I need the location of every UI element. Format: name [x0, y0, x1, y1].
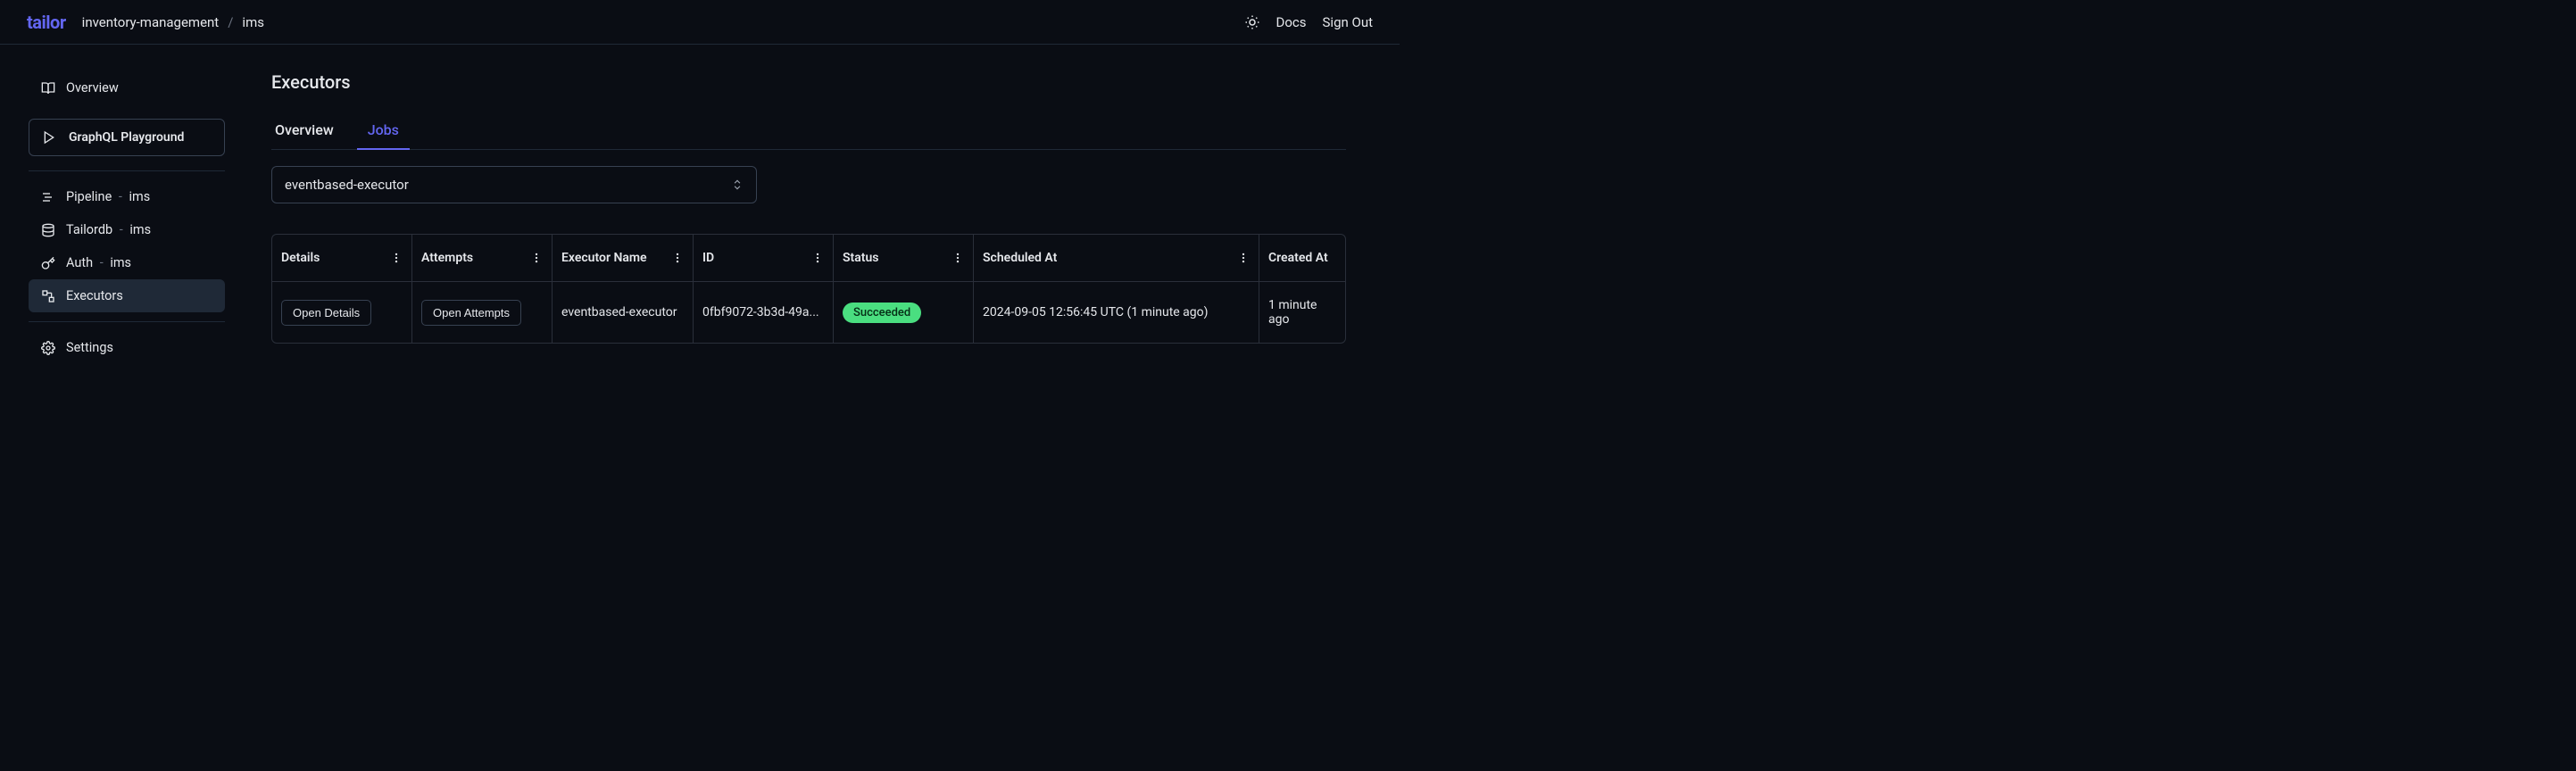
column-menu-icon[interactable] [388, 252, 404, 264]
sidebar-item-auth[interactable]: Auth - ims [29, 246, 225, 279]
column-menu-icon[interactable] [1235, 252, 1251, 264]
executors-icon [41, 289, 55, 303]
executor-select[interactable]: eventbased-executor [271, 166, 757, 203]
sidebar-item-pipeline[interactable]: Pipeline - ims [29, 180, 225, 213]
open-details-button[interactable]: Open Details [281, 300, 371, 326]
gear-icon [41, 341, 55, 355]
sidebar-item-label: Overview [66, 80, 119, 95]
table-header-row: Details Attempts Executor Name [272, 235, 1345, 282]
column-menu-icon[interactable] [810, 252, 826, 264]
sidebar-item-settings[interactable]: Settings [29, 331, 225, 364]
sidebar-item-label: Tailordb - ims [66, 222, 151, 237]
breadcrumb-separator: / [228, 14, 233, 30]
executor-select-value: eventbased-executor [285, 177, 409, 193]
status-badge: Succeeded [843, 303, 921, 323]
sidebar-item-label: Auth - ims [66, 255, 131, 270]
theme-toggle-icon[interactable] [1244, 14, 1260, 30]
column-menu-icon[interactable] [528, 252, 544, 264]
key-icon [41, 256, 55, 270]
open-attempts-button[interactable]: Open Attempts [421, 300, 521, 326]
th-executor-name: Executor Name [561, 251, 647, 265]
sidebar-item-overview[interactable]: Overview [29, 71, 225, 104]
playground-label: GraphQL Playground [69, 130, 184, 145]
th-status: Status [843, 251, 878, 265]
cell-created-at: 1 minute ago [1268, 298, 1336, 327]
play-icon [42, 130, 56, 145]
signout-link[interactable]: Sign Out [1323, 14, 1373, 30]
sidebar-divider [29, 321, 225, 322]
breadcrumb: inventory-management / ims [82, 14, 264, 30]
sidebar-item-executors[interactable]: Executors [29, 279, 225, 312]
cell-executor-name: eventbased-executor [561, 305, 677, 319]
pipeline-icon [41, 190, 55, 204]
sidebar-item-tailordb[interactable]: Tailordb - ims [29, 213, 225, 246]
book-icon [41, 81, 55, 95]
sidebar-divider [29, 170, 225, 171]
th-details: Details [281, 251, 320, 265]
tabs: Overview Jobs [271, 114, 1346, 150]
database-icon [41, 223, 55, 237]
sidebar-item-label: Pipeline - ims [66, 189, 150, 204]
logo[interactable]: tailor [27, 12, 66, 33]
column-menu-icon[interactable] [669, 252, 686, 264]
cell-scheduled-at: 2024-09-05 12:56:45 UTC (1 minute ago) [983, 305, 1209, 319]
th-scheduled-at: Scheduled At [983, 251, 1057, 265]
jobs-table: Details Attempts Executor Name [271, 234, 1346, 344]
column-menu-icon[interactable] [950, 252, 966, 264]
tab-jobs[interactable]: Jobs [364, 114, 403, 149]
tab-overview[interactable]: Overview [271, 114, 337, 149]
breadcrumb-parent[interactable]: inventory-management [82, 14, 220, 30]
docs-link[interactable]: Docs [1276, 14, 1307, 30]
cell-id: 0fbf9072-3b3d-49a... [702, 305, 819, 319]
sidebar-item-label: Settings [66, 340, 113, 355]
table-row: Open Details Open Attempts eventbased-ex… [272, 282, 1345, 343]
chevron-up-down-icon [731, 178, 744, 191]
th-attempts: Attempts [421, 251, 473, 265]
breadcrumb-current[interactable]: ims [242, 14, 264, 30]
page-title: Executors [271, 71, 1346, 93]
graphql-playground-button[interactable]: GraphQL Playground [29, 119, 225, 156]
sidebar-item-label: Executors [66, 288, 123, 303]
th-created-at: Created At [1268, 251, 1328, 265]
th-id: ID [702, 251, 714, 265]
